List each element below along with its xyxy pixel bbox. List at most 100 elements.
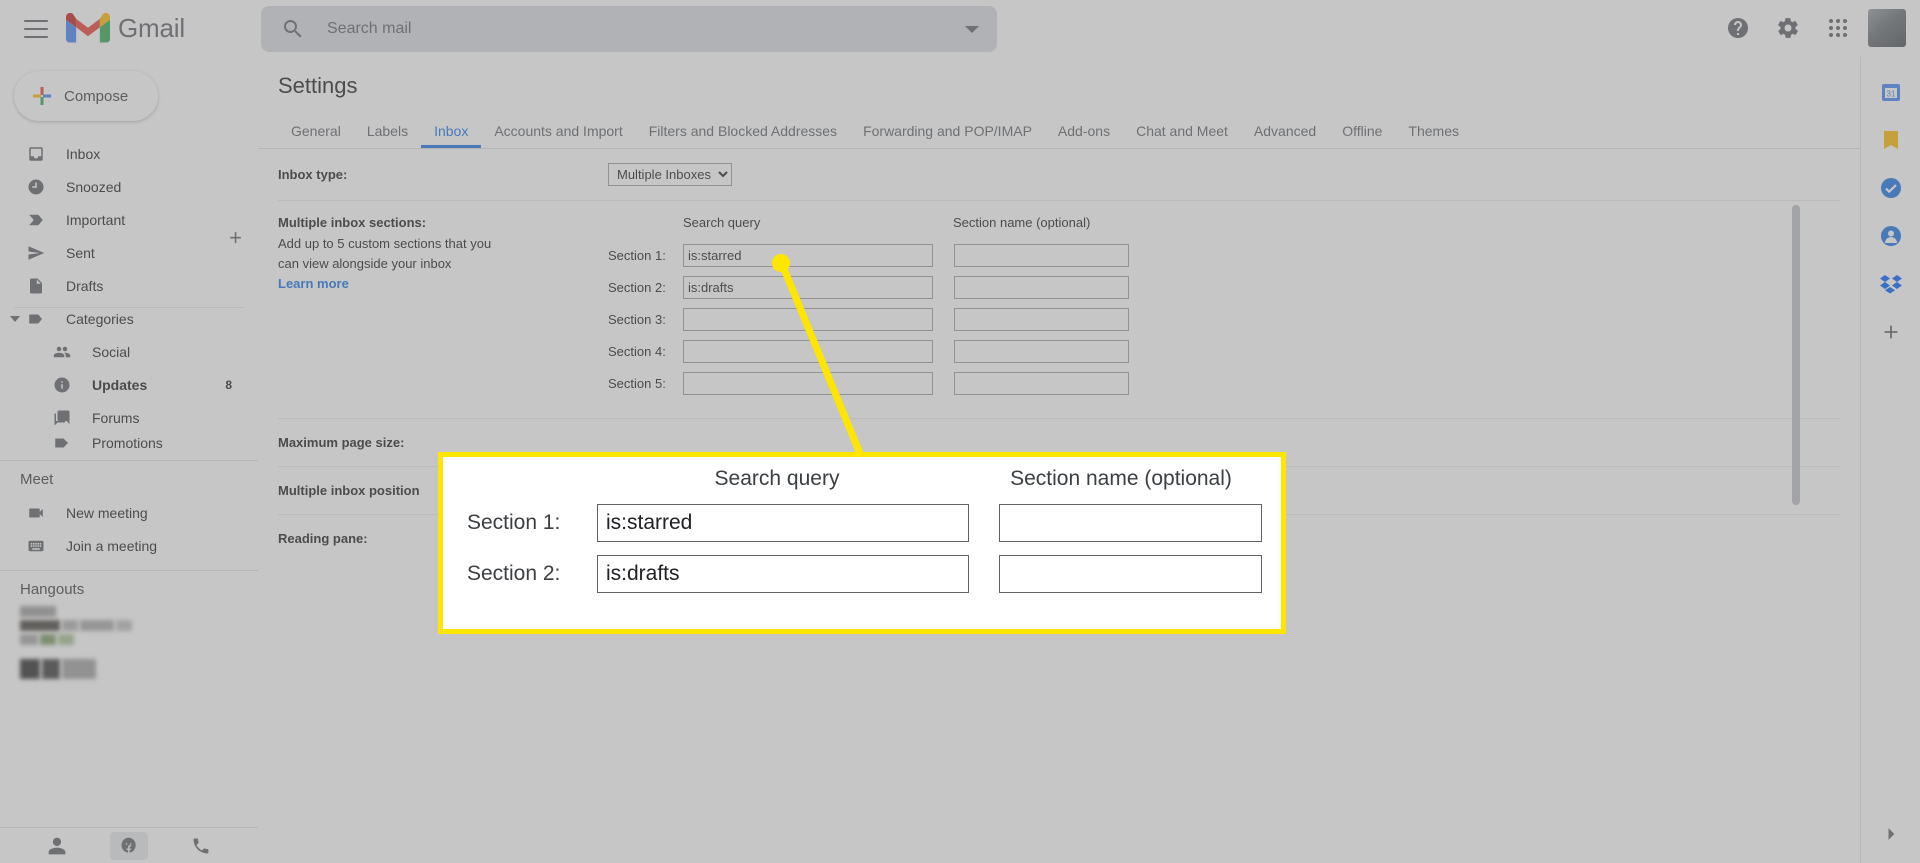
search-input[interactable]: Search mail (327, 20, 965, 38)
gear-icon[interactable] (1768, 8, 1808, 48)
video-camera-icon (26, 503, 46, 523)
sidebar-item-drafts[interactable]: Drafts (0, 269, 258, 302)
setting-row-multiple-inbox-sections: Multiple inbox sections: Add up to 5 cus… (278, 201, 1840, 419)
sidebar-item-forums[interactable]: Forums (0, 401, 258, 434)
tab-chat-and-meet[interactable]: Chat and Meet (1123, 123, 1241, 148)
page-title: Settings (278, 73, 358, 98)
sidebar-item-label: Forums (92, 409, 140, 426)
tab-general[interactable]: General (278, 123, 354, 148)
sections-grid: Search query Section name (optional) Sec… (608, 215, 1840, 404)
section-row-5: Section 5: (608, 372, 1840, 395)
section-4-query-input[interactable] (683, 340, 933, 363)
tab-accounts-and-import[interactable]: Accounts and Import (481, 123, 635, 148)
learn-more-link[interactable]: Learn more (278, 276, 349, 291)
section-1-name-input[interactable] (954, 244, 1129, 267)
chevron-down-icon[interactable] (10, 315, 20, 322)
gmail-m-icon (66, 12, 110, 43)
sidebar-item-promotions[interactable]: Promotions (0, 434, 258, 452)
max-page-size-label: Maximum page size: (278, 435, 405, 450)
sidebar: Compose Inbox Snoozed Important Sent Dra… (0, 57, 258, 863)
sidebar-item-updates[interactable]: Updates 8 (0, 368, 258, 401)
sidebar-item-label: Categories (66, 310, 134, 327)
compose-label: Compose (64, 87, 129, 105)
callout-section-2-name-input[interactable] (999, 555, 1262, 593)
hangouts-icon[interactable] (110, 831, 148, 860)
callout-section-2-label: Section 2: (467, 562, 561, 585)
sidebar-item-new-meeting[interactable]: New meeting (0, 496, 258, 529)
callout-header: Search query Section name (optional) (443, 457, 1281, 491)
sidebar-divider-2 (0, 570, 258, 571)
sidebar-divider (0, 460, 258, 461)
search-bar[interactable]: Search mail (261, 6, 997, 52)
callout-section-2-query-input[interactable] (597, 555, 969, 593)
tab-offline[interactable]: Offline (1329, 123, 1395, 148)
calendar-icon[interactable]: 31 (1878, 79, 1904, 105)
sidebar-item-important[interactable]: Important (0, 203, 258, 236)
people-icon (52, 342, 72, 362)
compose-button[interactable]: Compose (14, 71, 158, 121)
sidebar-item-snoozed[interactable]: Snoozed (0, 170, 258, 203)
search-icon (284, 20, 302, 38)
sidebar-item-inbox[interactable]: Inbox (0, 137, 258, 170)
sidebar-item-label: Updates (92, 376, 148, 393)
important-label-icon (26, 210, 46, 230)
tab-advanced[interactable]: Advanced (1241, 123, 1329, 148)
callout-section-1-query-input[interactable] (597, 504, 969, 542)
chevron-right-icon[interactable] (1881, 824, 1901, 849)
hamburger-icon[interactable] (24, 19, 48, 38)
sidebar-item-label: New meeting (66, 504, 148, 521)
section-row-2: Section 2: (608, 276, 1840, 299)
info-icon (52, 375, 72, 395)
app-header: Gmail Search mail (0, 0, 1920, 57)
section-2-query-input[interactable] (683, 276, 933, 299)
section-4-name-input[interactable] (954, 340, 1129, 363)
sidebar-item-label: Important (66, 211, 126, 228)
help-icon[interactable] (1718, 8, 1758, 48)
tab-filters-and-blocked-addresses[interactable]: Filters and Blocked Addresses (636, 123, 850, 148)
sidebar-item-label: Inbox (66, 145, 101, 162)
tasks-icon[interactable] (1878, 175, 1904, 201)
contacts-icon[interactable] (1878, 223, 1904, 249)
apps-grid-icon[interactable] (1818, 8, 1858, 48)
tab-inbox[interactable]: Inbox (421, 123, 481, 148)
scrollbar-thumb[interactable] (1792, 205, 1800, 505)
content-scrollbar[interactable] (1792, 197, 1800, 863)
phone-icon[interactable] (182, 832, 220, 860)
gmail-logo[interactable]: Gmail (66, 12, 185, 46)
inbox-icon (26, 144, 46, 164)
add-icon[interactable] (1878, 319, 1904, 345)
col-search-query: Search query (683, 215, 761, 230)
person-icon[interactable] (38, 832, 76, 860)
section-3-query-input[interactable] (683, 308, 933, 331)
tab-add-ons[interactable]: Add-ons (1045, 123, 1123, 148)
inbox-type-select[interactable]: Multiple Inboxes (608, 163, 732, 186)
sidebar-item-social[interactable]: Social (0, 335, 258, 368)
section-5-query-input[interactable] (683, 372, 933, 395)
tab-labels[interactable]: Labels (354, 123, 421, 148)
section-2-name-input[interactable] (954, 276, 1129, 299)
sidebar-item-label: Join a meeting (66, 537, 158, 554)
avatar[interactable] (1868, 9, 1906, 47)
add-hangout-icon[interactable]: + (229, 225, 242, 251)
chevron-down-icon[interactable] (965, 25, 979, 33)
sidebar-item-label: Sent (66, 244, 95, 261)
section-row-1: Section 1: (608, 244, 1840, 267)
sections-description: Add up to 5 custom sections that you can… (278, 236, 492, 271)
section-5-name-input[interactable] (954, 372, 1129, 395)
sidebar-item-join-meeting[interactable]: Join a meeting (0, 529, 258, 562)
tab-forwarding-and-pop-imap[interactable]: Forwarding and POP/IMAP (850, 123, 1045, 148)
sidebar-item-sent[interactable]: Sent (0, 236, 258, 269)
callout-section-1-name-input[interactable] (999, 504, 1262, 542)
header-actions (1718, 8, 1906, 48)
section-3-name-input[interactable] (954, 308, 1129, 331)
inbox-type-label: Inbox type: (278, 167, 348, 182)
hangouts-footer (0, 827, 258, 863)
keyboard-icon (26, 536, 46, 556)
dropbox-icon[interactable] (1878, 271, 1904, 297)
callout-section-row-1: Section 1: (443, 504, 1281, 542)
keep-icon[interactable] (1878, 127, 1904, 153)
section-1-label: Section 1: (608, 248, 666, 263)
section-1-query-input[interactable] (683, 244, 933, 267)
label-icon (26, 309, 46, 329)
tab-themes[interactable]: Themes (1395, 123, 1472, 148)
